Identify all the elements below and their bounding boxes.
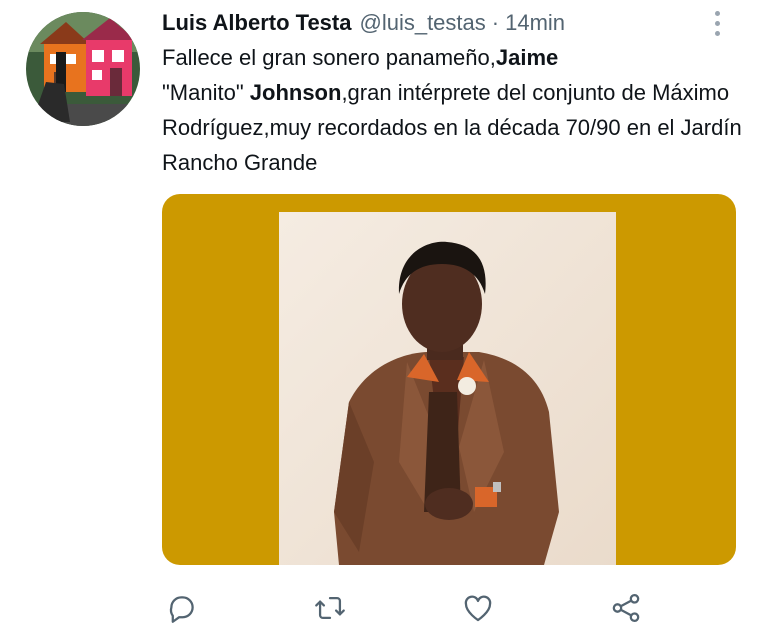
tweet-text-part: Fallece el gran sonero panameño, [162, 45, 496, 70]
share-button[interactable] [606, 588, 646, 628]
retweet-icon [315, 596, 345, 620]
author-name[interactable]: Luis Alberto Testa [162, 8, 351, 38]
media-photo [279, 212, 616, 565]
more-dot [714, 20, 720, 26]
tweet-text-part: "Manito" [162, 80, 250, 105]
more-dot [714, 30, 720, 36]
separator-dot: · [491, 10, 500, 35]
like-button[interactable] [458, 588, 498, 628]
tweet-text-bold: Johnson [249, 80, 342, 105]
avatar[interactable] [26, 12, 140, 126]
tweet-text-bold: Jaime [495, 45, 559, 70]
more-vertical-icon[interactable] [705, 6, 729, 40]
tweet-header: Luis Alberto Testa @luis_testas · 14min [162, 8, 565, 38]
heart-icon [464, 595, 492, 622]
man-in-suit-photo [279, 212, 616, 565]
tweet-timestamp[interactable]: 14min [505, 8, 565, 38]
reply-icon [169, 596, 194, 623]
share-icon [612, 593, 640, 623]
tweet-media[interactable] [162, 194, 736, 565]
tweet-text: Fallece el gran sonero panameño,Jaime "Ma… [162, 40, 742, 180]
retweet-button[interactable] [310, 588, 350, 628]
more-dot [714, 10, 720, 16]
author-handle[interactable]: @luis_testas [359, 8, 485, 38]
house-avatar-image [26, 12, 140, 126]
reply-button[interactable] [162, 588, 202, 628]
tweet-actions [0, 588, 760, 628]
